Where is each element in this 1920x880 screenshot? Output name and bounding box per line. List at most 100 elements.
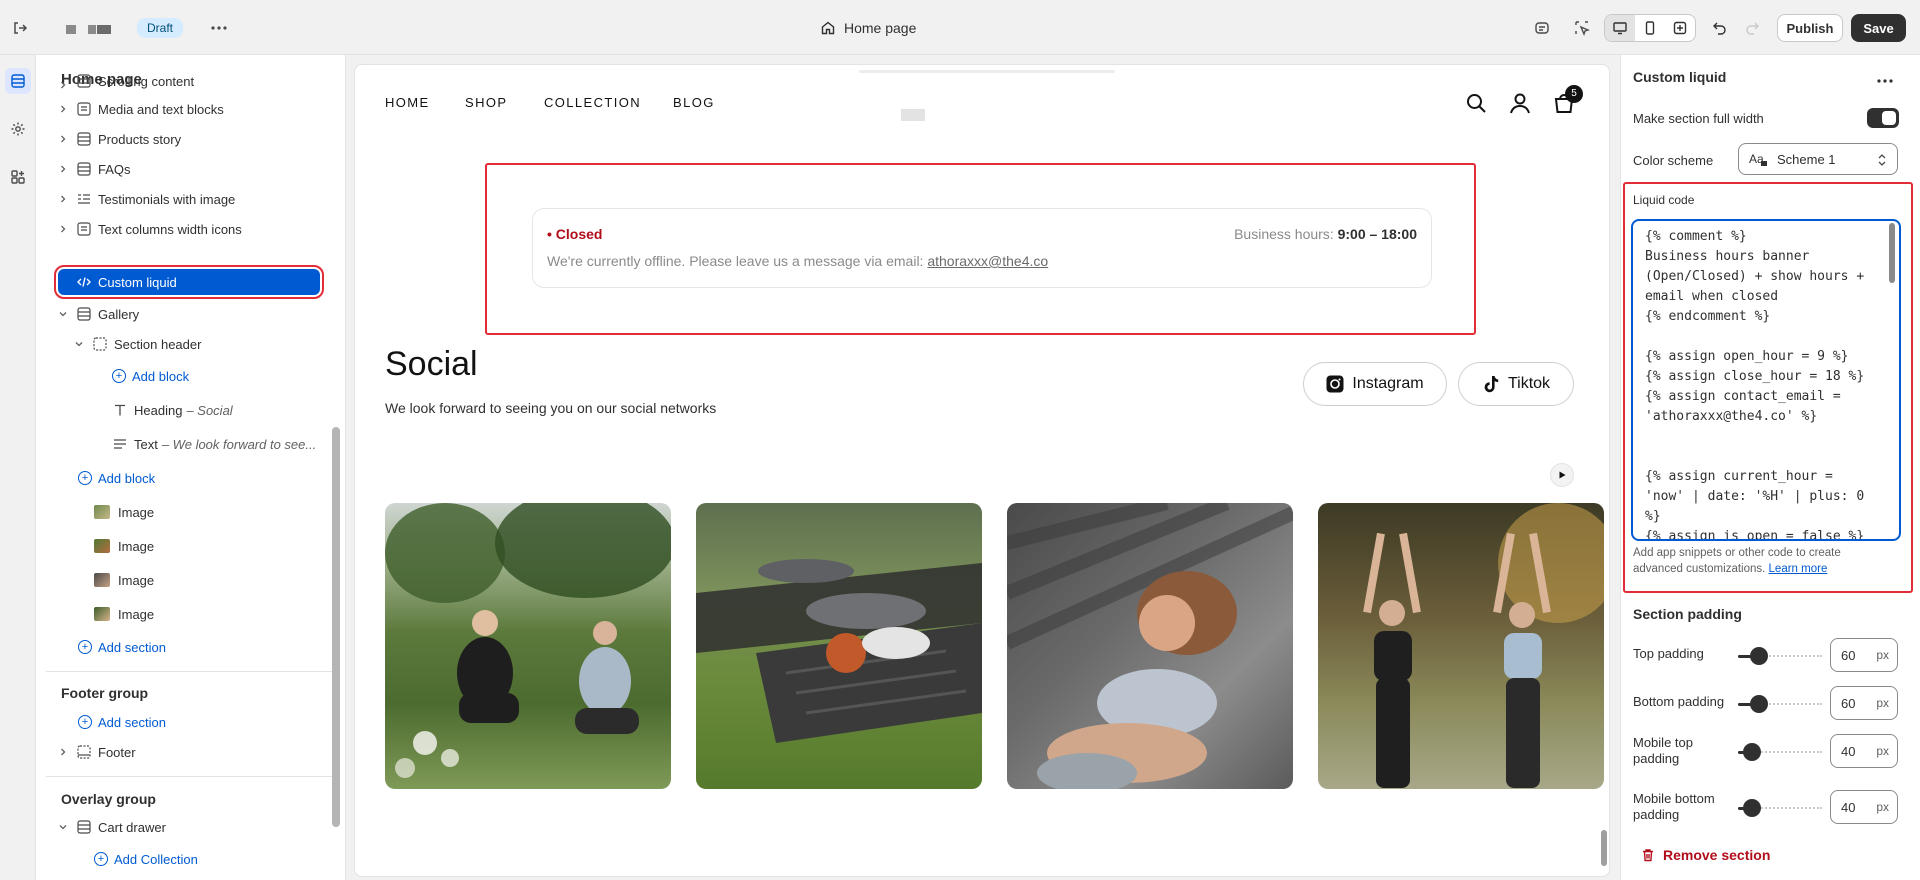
- chevron-down-icon[interactable]: [56, 310, 70, 318]
- chevron-right-icon[interactable]: [56, 225, 70, 233]
- settings-icon[interactable]: [5, 116, 31, 142]
- text-heading-icon: [112, 402, 128, 418]
- account-icon[interactable]: [1509, 92, 1531, 117]
- sidebar-item-image[interactable]: Image: [94, 498, 345, 526]
- chevron-right-icon[interactable]: [56, 81, 70, 89]
- instagram-button[interactable]: Instagram: [1303, 362, 1447, 406]
- sidebar-item-text-columns[interactable]: Text columns width icons: [56, 215, 345, 243]
- save-button[interactable]: Save: [1851, 14, 1906, 42]
- mobile-view-icon[interactable]: [1635, 15, 1665, 41]
- sidebar-item-label: Footer: [98, 744, 136, 760]
- inspector-icon[interactable]: [1530, 16, 1554, 40]
- slider-knob[interactable]: [1743, 743, 1761, 761]
- bottom-padding-input[interactable]: 60 px: [1830, 686, 1898, 720]
- chevron-right-icon[interactable]: [56, 165, 70, 173]
- sidebar-item-faqs[interactable]: FAQs: [56, 155, 345, 183]
- chevron-down-icon[interactable]: [56, 823, 70, 831]
- tiktok-label: Tiktok: [1507, 375, 1551, 392]
- code-scrollbar[interactable]: [1889, 223, 1895, 283]
- sections-icon[interactable]: [5, 68, 31, 94]
- gallery-image[interactable]: [1318, 503, 1604, 789]
- mobile-bottom-padding-label: Mobile bottom padding: [1633, 791, 1715, 822]
- sidebar-item-testimonials[interactable]: Testimonials with image: [56, 185, 345, 213]
- drag-handle: [859, 70, 1115, 73]
- sidebar-item-media-text[interactable]: Media and text blocks: [56, 95, 345, 123]
- sidebar-item-image[interactable]: Image: [94, 600, 345, 628]
- mobile-top-padding-slider[interactable]: [1738, 743, 1822, 761]
- color-scheme-select[interactable]: Aa Scheme 1: [1738, 143, 1898, 175]
- add-section-button[interactable]: + Add section: [78, 633, 345, 661]
- top-padding-value: 60: [1841, 647, 1856, 663]
- add-block-button[interactable]: + Add block: [78, 464, 345, 492]
- store-logo[interactable]: [901, 109, 925, 121]
- select-cursor-icon[interactable]: [1570, 16, 1594, 40]
- redo-icon[interactable]: [1740, 16, 1764, 40]
- sidebar-item-image[interactable]: Image: [94, 566, 345, 594]
- nav-collection[interactable]: COLLECTION: [544, 95, 641, 110]
- sidebar-item-gallery[interactable]: Gallery: [56, 300, 345, 328]
- sidebar-item-footer[interactable]: Footer: [56, 738, 345, 766]
- sidebar-item-custom-liquid[interactable]: Custom liquid: [54, 265, 324, 299]
- sidebar-item-text[interactable]: Text – We look forward to see...: [112, 430, 345, 458]
- tiktok-button[interactable]: Tiktok: [1458, 362, 1574, 406]
- preview-scrollbar[interactable]: [1601, 830, 1607, 866]
- sidebar-item-heading[interactable]: Heading – Social: [112, 396, 345, 424]
- panel-more-icon[interactable]: [1877, 71, 1893, 86]
- sidebar-item-image[interactable]: Image: [94, 532, 345, 560]
- undo-icon[interactable]: [1708, 16, 1732, 40]
- nav-shop[interactable]: SHOP: [465, 95, 507, 110]
- text-value: – We look forward to see...: [161, 436, 317, 452]
- more-icon[interactable]: [207, 16, 231, 40]
- chevron-right-icon[interactable]: [56, 195, 70, 203]
- desktop-view-icon[interactable]: [1605, 15, 1635, 41]
- gallery-image[interactable]: [1007, 503, 1293, 789]
- add-block-inner-button[interactable]: + Add block: [112, 362, 345, 390]
- footer-add-section-button[interactable]: + Add section: [78, 708, 345, 736]
- home-icon: [820, 20, 836, 36]
- sidebar-item-products-story[interactable]: Products story: [56, 125, 345, 153]
- sidebar-scrollbar[interactable]: [332, 427, 340, 827]
- bottom-padding-slider[interactable]: [1738, 695, 1822, 713]
- search-icon[interactable]: [1465, 92, 1487, 117]
- trash-icon: [1641, 848, 1655, 862]
- page-selector[interactable]: Home page: [820, 17, 916, 39]
- play-icon[interactable]: [1550, 463, 1574, 487]
- hours-prefix: Business hours:: [1234, 226, 1334, 242]
- settings-panel: Custom liquid Make section full width Co…: [1620, 55, 1920, 880]
- sidebar-item-cart-drawer[interactable]: Cart drawer: [56, 813, 345, 841]
- gallery-image[interactable]: [385, 503, 671, 789]
- overlay-group-title: Overlay group: [61, 791, 156, 807]
- mobile-bottom-padding-input[interactable]: 40 px: [1830, 790, 1898, 824]
- nav-home[interactable]: HOME: [385, 95, 430, 110]
- remove-section-button[interactable]: Remove section: [1641, 847, 1770, 863]
- full-width-toggle[interactable]: [1867, 108, 1899, 128]
- top-padding-slider[interactable]: [1738, 647, 1822, 665]
- chevron-down-icon[interactable]: [72, 340, 86, 348]
- selected-section-outline[interactable]: • Closed Business hours: 9:00 – 18:00 We…: [485, 163, 1476, 335]
- top-padding-input[interactable]: 60 px: [1830, 638, 1898, 672]
- exit-icon[interactable]: [8, 16, 32, 40]
- nav-blog[interactable]: BLOG: [673, 95, 715, 110]
- fullscreen-view-icon[interactable]: [1665, 15, 1695, 41]
- slider-knob[interactable]: [1750, 695, 1768, 713]
- sidebar-item-scrolling-content[interactable]: Scrolling content: [56, 71, 345, 89]
- slider-knob[interactable]: [1743, 799, 1761, 817]
- chevron-right-icon[interactable]: [56, 748, 70, 756]
- sidebar-item-section-header[interactable]: Section header: [72, 330, 345, 358]
- chevron-right-icon[interactable]: [56, 135, 70, 143]
- gallery-image[interactable]: [696, 503, 982, 789]
- mobile-top-padding-input[interactable]: 40 px: [1830, 734, 1898, 768]
- footer-icon: [76, 744, 92, 760]
- learn-more-link[interactable]: Learn more: [1769, 563, 1828, 575]
- chevron-right-icon[interactable]: [56, 105, 70, 113]
- mobile-bottom-padding-slider[interactable]: [1738, 799, 1822, 817]
- publish-button[interactable]: Publish: [1777, 14, 1843, 42]
- apps-icon[interactable]: [5, 164, 31, 190]
- status-badge: Draft: [137, 18, 184, 38]
- add-section-label: Add section: [98, 639, 166, 655]
- add-collection-button[interactable]: + Add Collection: [94, 845, 345, 873]
- hours-value: 9:00 – 18:00: [1337, 226, 1417, 242]
- slider-knob[interactable]: [1750, 647, 1768, 665]
- liquid-code-editor[interactable]: {% comment %} Business hours banner (Ope…: [1631, 219, 1901, 541]
- contact-email-link[interactable]: athoraxxx@the4.co: [927, 253, 1048, 269]
